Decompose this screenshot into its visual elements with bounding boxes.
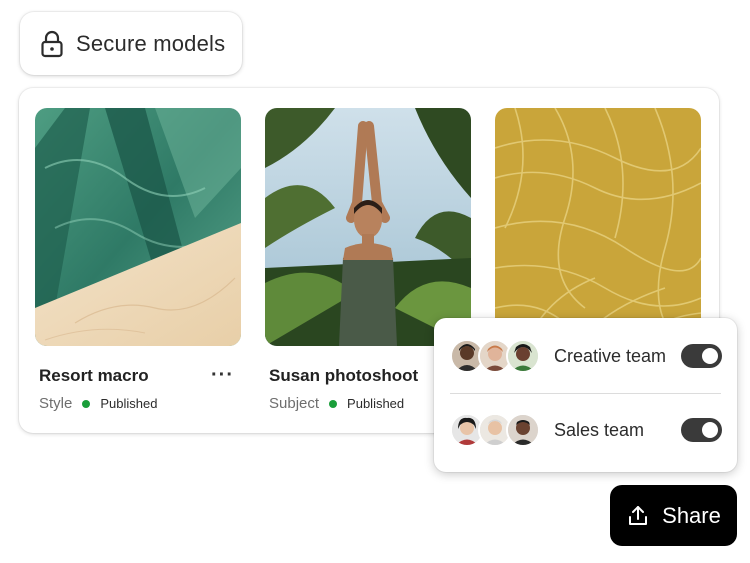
toggle-knob: [702, 348, 718, 364]
sales-team-toggle[interactable]: [681, 418, 722, 442]
lock-icon: [41, 30, 63, 57]
creative-team-toggle[interactable]: [681, 344, 722, 368]
share-popover: Creative team Sales team: [434, 318, 737, 472]
divider: [450, 393, 721, 394]
avatar-group: [450, 413, 540, 447]
card-meta: Style Published: [39, 395, 157, 412]
card-title: Resort macro: [39, 366, 149, 385]
card-type: Subject: [269, 395, 320, 412]
card-meta: Subject Published: [269, 395, 404, 412]
team-row-creative: Creative team: [434, 326, 737, 386]
share-button[interactable]: Share: [610, 485, 737, 546]
share-button-label: Share: [662, 502, 721, 528]
model-card-leaf-pattern[interactable]: [495, 108, 701, 346]
avatar: [506, 339, 540, 373]
toggle-knob: [702, 422, 718, 438]
resort-macro-thumbnail[interactable]: [35, 108, 241, 346]
team-name: Creative team: [554, 345, 667, 366]
team-row-sales: Sales team: [434, 400, 737, 460]
susan-photoshoot-thumbnail[interactable]: [265, 108, 471, 346]
chip-label: Secure models: [76, 30, 226, 56]
status-badge: Published: [100, 396, 158, 411]
more-options-button[interactable]: ···: [211, 364, 234, 387]
model-card-resort-macro[interactable]: Resort macro ··· Style Published: [35, 108, 241, 412]
avatar: [506, 413, 540, 447]
avatar-group: [450, 339, 540, 373]
secure-models-chip[interactable]: Secure models: [20, 12, 242, 75]
status-badge: Published: [347, 396, 405, 411]
card-title: Susan photoshoot: [269, 366, 419, 385]
team-name: Sales team: [554, 419, 645, 440]
model-card-susan-photoshoot[interactable]: Susan photoshoot Subject Published: [265, 108, 471, 412]
share-upload-icon: [629, 505, 648, 525]
status-dot: [82, 399, 91, 408]
leaf-pattern-thumbnail[interactable]: [495, 108, 701, 346]
status-dot: [329, 399, 338, 408]
card-type: Style: [39, 395, 73, 412]
